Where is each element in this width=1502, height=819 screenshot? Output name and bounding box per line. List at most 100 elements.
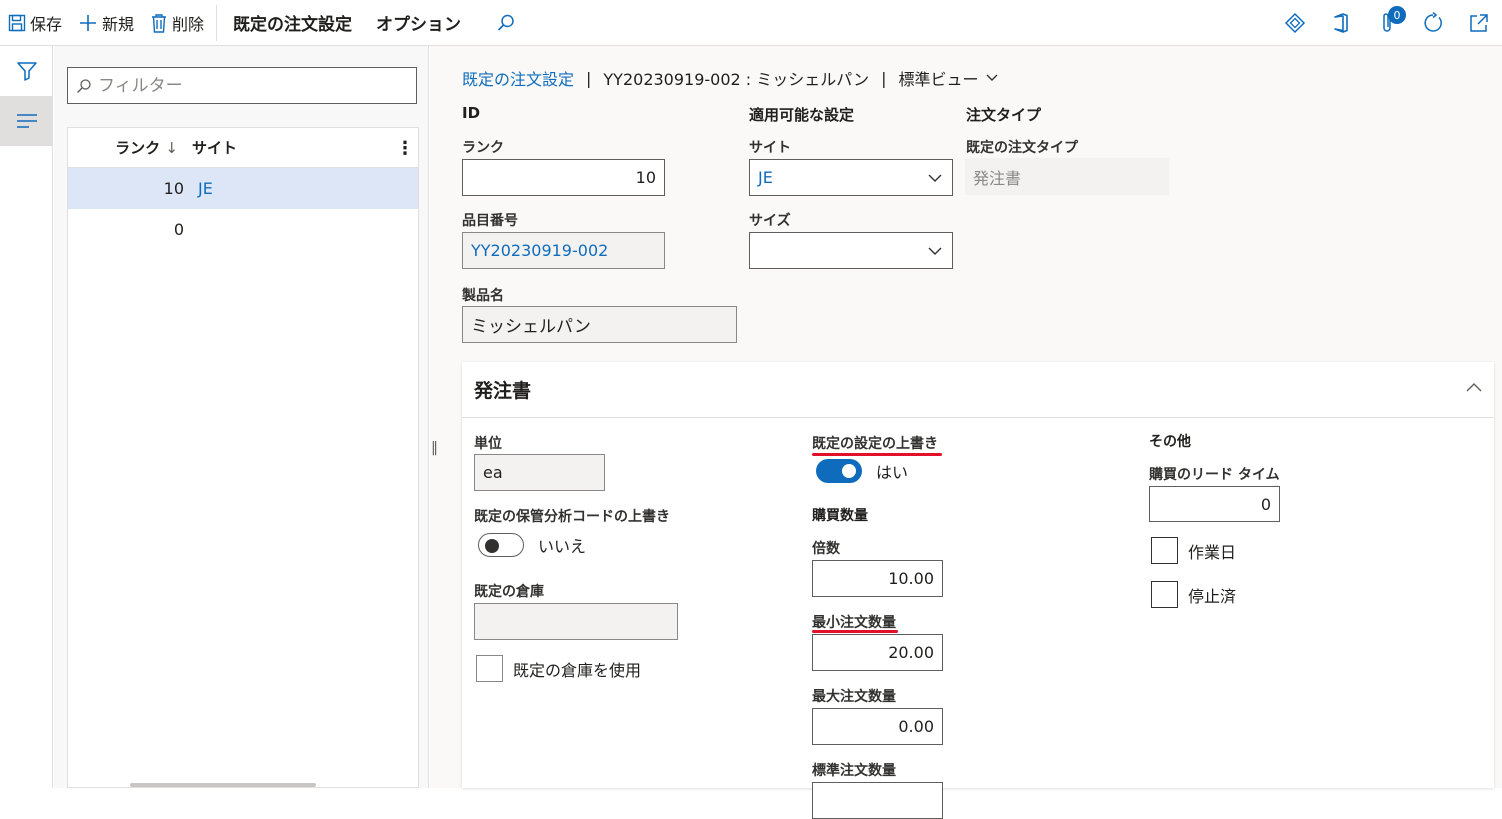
- product-name-field: ミッシェルパン: [462, 306, 737, 343]
- search-icon: [77, 78, 91, 93]
- list-icon: [16, 114, 37, 128]
- open-new-window-button[interactable]: [1456, 0, 1502, 46]
- id-group-title: ID: [462, 104, 481, 122]
- more-options-icon[interactable]: ⋮: [396, 138, 414, 159]
- filter-input[interactable]: [98, 75, 398, 96]
- breadcrumb-link[interactable]: 既定の注文設定: [462, 66, 574, 90]
- records-grid: ランク ↓ サイト ⋮ 10 JE 0: [67, 127, 419, 788]
- chevron-up-icon[interactable]: [1464, 378, 1484, 398]
- breadcrumb: 既定の注文設定 | YY20230919-002 : ミッシェルパン | 標準ビ…: [462, 66, 1000, 90]
- default-warehouse-label: 既定の倉庫: [474, 584, 544, 600]
- stopped-checkbox[interactable]: 停止済: [1151, 581, 1236, 608]
- override-settings-toggle[interactable]: はい: [816, 459, 908, 483]
- standard-order-qty-label: 標準注文数量: [812, 763, 896, 779]
- column-header-site[interactable]: サイト: [182, 137, 237, 158]
- view-name: 標準ビュー: [898, 70, 979, 89]
- fasttab-title: 発注書: [474, 380, 532, 402]
- column-header-rank[interactable]: ランク ↓: [68, 137, 182, 158]
- override-dimensions-toggle[interactable]: いいえ: [478, 533, 586, 557]
- attachments-button[interactable]: 0: [1364, 0, 1410, 46]
- checkbox-box: [1151, 537, 1178, 564]
- rank-input[interactable]: 10: [462, 159, 665, 196]
- use-default-warehouse-checkbox[interactable]: 既定の倉庫を使用: [476, 655, 641, 682]
- unit-field[interactable]: ea: [474, 454, 605, 491]
- row-rank: 10: [163, 179, 184, 198]
- default-warehouse-field[interactable]: [474, 603, 678, 640]
- new-button[interactable]: 新規: [70, 0, 142, 46]
- row-site[interactable]: JE: [186, 179, 213, 198]
- table-row[interactable]: 0: [68, 209, 418, 250]
- table-row[interactable]: 10 JE: [68, 168, 418, 209]
- grid-header: ランク ↓ サイト ⋮: [68, 128, 418, 168]
- chevron-down-icon: [928, 174, 942, 182]
- site-dropdown[interactable]: JE: [749, 159, 953, 196]
- plus-icon: [80, 14, 97, 31]
- delete-button[interactable]: 削除: [142, 0, 212, 46]
- list-pane: ランク ↓ サイト ⋮ 10 JE 0: [54, 46, 429, 788]
- search-button[interactable]: [483, 0, 529, 46]
- multiple-input[interactable]: 10.00: [812, 560, 943, 597]
- tab-options[interactable]: オプション: [364, 0, 473, 46]
- max-order-qty-input[interactable]: 0.00: [812, 708, 943, 745]
- filter-box[interactable]: [67, 67, 417, 104]
- checkbox-label: 作業日: [1188, 542, 1237, 562]
- save-label: 保存: [30, 14, 63, 34]
- breadcrumb-record: YY20230919-002 : ミッシェルパン: [603, 70, 870, 89]
- office-button[interactable]: [1318, 0, 1364, 46]
- fasttab-header[interactable]: 発注書: [462, 362, 1494, 418]
- override-dimensions-label: 既定の保管分析コードの上書き: [474, 509, 670, 525]
- working-days-checkbox[interactable]: 作業日: [1151, 537, 1236, 564]
- refresh-icon: [1424, 12, 1442, 32]
- power-apps-button[interactable]: [1272, 0, 1318, 46]
- size-label: サイズ: [749, 213, 791, 229]
- toggle-state: いいえ: [538, 537, 587, 556]
- multiple-label: 倍数: [812, 541, 840, 557]
- pane-splitter[interactable]: ‖: [431, 440, 438, 456]
- rank-label: ランク: [462, 140, 504, 156]
- save-button[interactable]: 保存: [0, 0, 70, 46]
- order-type-group-title: 注文タイプ: [966, 106, 1042, 124]
- size-dropdown[interactable]: [749, 232, 953, 269]
- applicable-settings-title: 適用可能な設定: [749, 106, 855, 124]
- purchase-order-fasttab: 発注書 単位 ea 既定の保管分析コードの上書き いいえ 既定の倉庫 既定の倉庫…: [462, 362, 1494, 819]
- popout-icon: [1470, 14, 1488, 32]
- max-order-qty-label: 最大注文数量: [812, 689, 896, 705]
- list-pane-button[interactable]: [0, 96, 53, 146]
- action-pane: 保存 新規 削除 既定の注文設定 オプション 0: [0, 0, 1502, 46]
- horizontal-scrollbar[interactable]: [130, 783, 316, 787]
- toolbar-divider: [216, 4, 218, 41]
- item-number-label: 品目番号: [462, 213, 518, 229]
- new-label: 新規: [102, 14, 135, 34]
- checkbox-label: 停止済: [1188, 586, 1237, 606]
- breadcrumb-separator: |: [881, 68, 887, 88]
- lead-time-label: 購買のリード タイム: [1149, 467, 1280, 483]
- annotation-underline: [812, 453, 942, 456]
- attachments-count-badge: 0: [1388, 6, 1406, 24]
- other-group-title: その他: [1149, 434, 1191, 450]
- trash-icon: [152, 13, 167, 33]
- min-order-qty-label: 最小注文数量: [812, 615, 896, 631]
- chevron-down-icon: [928, 247, 942, 255]
- tab-default-order-settings[interactable]: 既定の注文設定: [221, 0, 364, 46]
- annotation-underline: [812, 630, 898, 633]
- lead-time-input[interactable]: 0: [1149, 486, 1280, 522]
- search-icon: [497, 14, 514, 31]
- product-name-label: 製品名: [462, 288, 504, 304]
- diamond-icon: [1284, 12, 1306, 34]
- filter-pane-button[interactable]: [0, 46, 53, 96]
- column-rank-label: ランク: [115, 139, 161, 157]
- view-selector[interactable]: 標準ビュー: [898, 66, 1000, 90]
- override-settings-label: 既定の設定の上書き: [812, 436, 938, 452]
- delete-label: 削除: [172, 14, 205, 34]
- breadcrumb-separator: |: [586, 68, 592, 88]
- purchase-quantity-group: 購買数量: [812, 508, 868, 524]
- refresh-button[interactable]: [1410, 0, 1456, 46]
- default-order-type-label: 既定の注文タイプ: [966, 140, 1078, 156]
- item-number-field[interactable]: YY20230919-002: [462, 232, 665, 269]
- checkbox-box: [1151, 581, 1178, 608]
- default-order-type-field: 発注書: [965, 158, 1169, 195]
- save-icon: [8, 14, 26, 31]
- funnel-icon: [16, 62, 37, 81]
- min-order-qty-input[interactable]: 20.00: [812, 634, 943, 671]
- toggle-switch: [478, 533, 524, 557]
